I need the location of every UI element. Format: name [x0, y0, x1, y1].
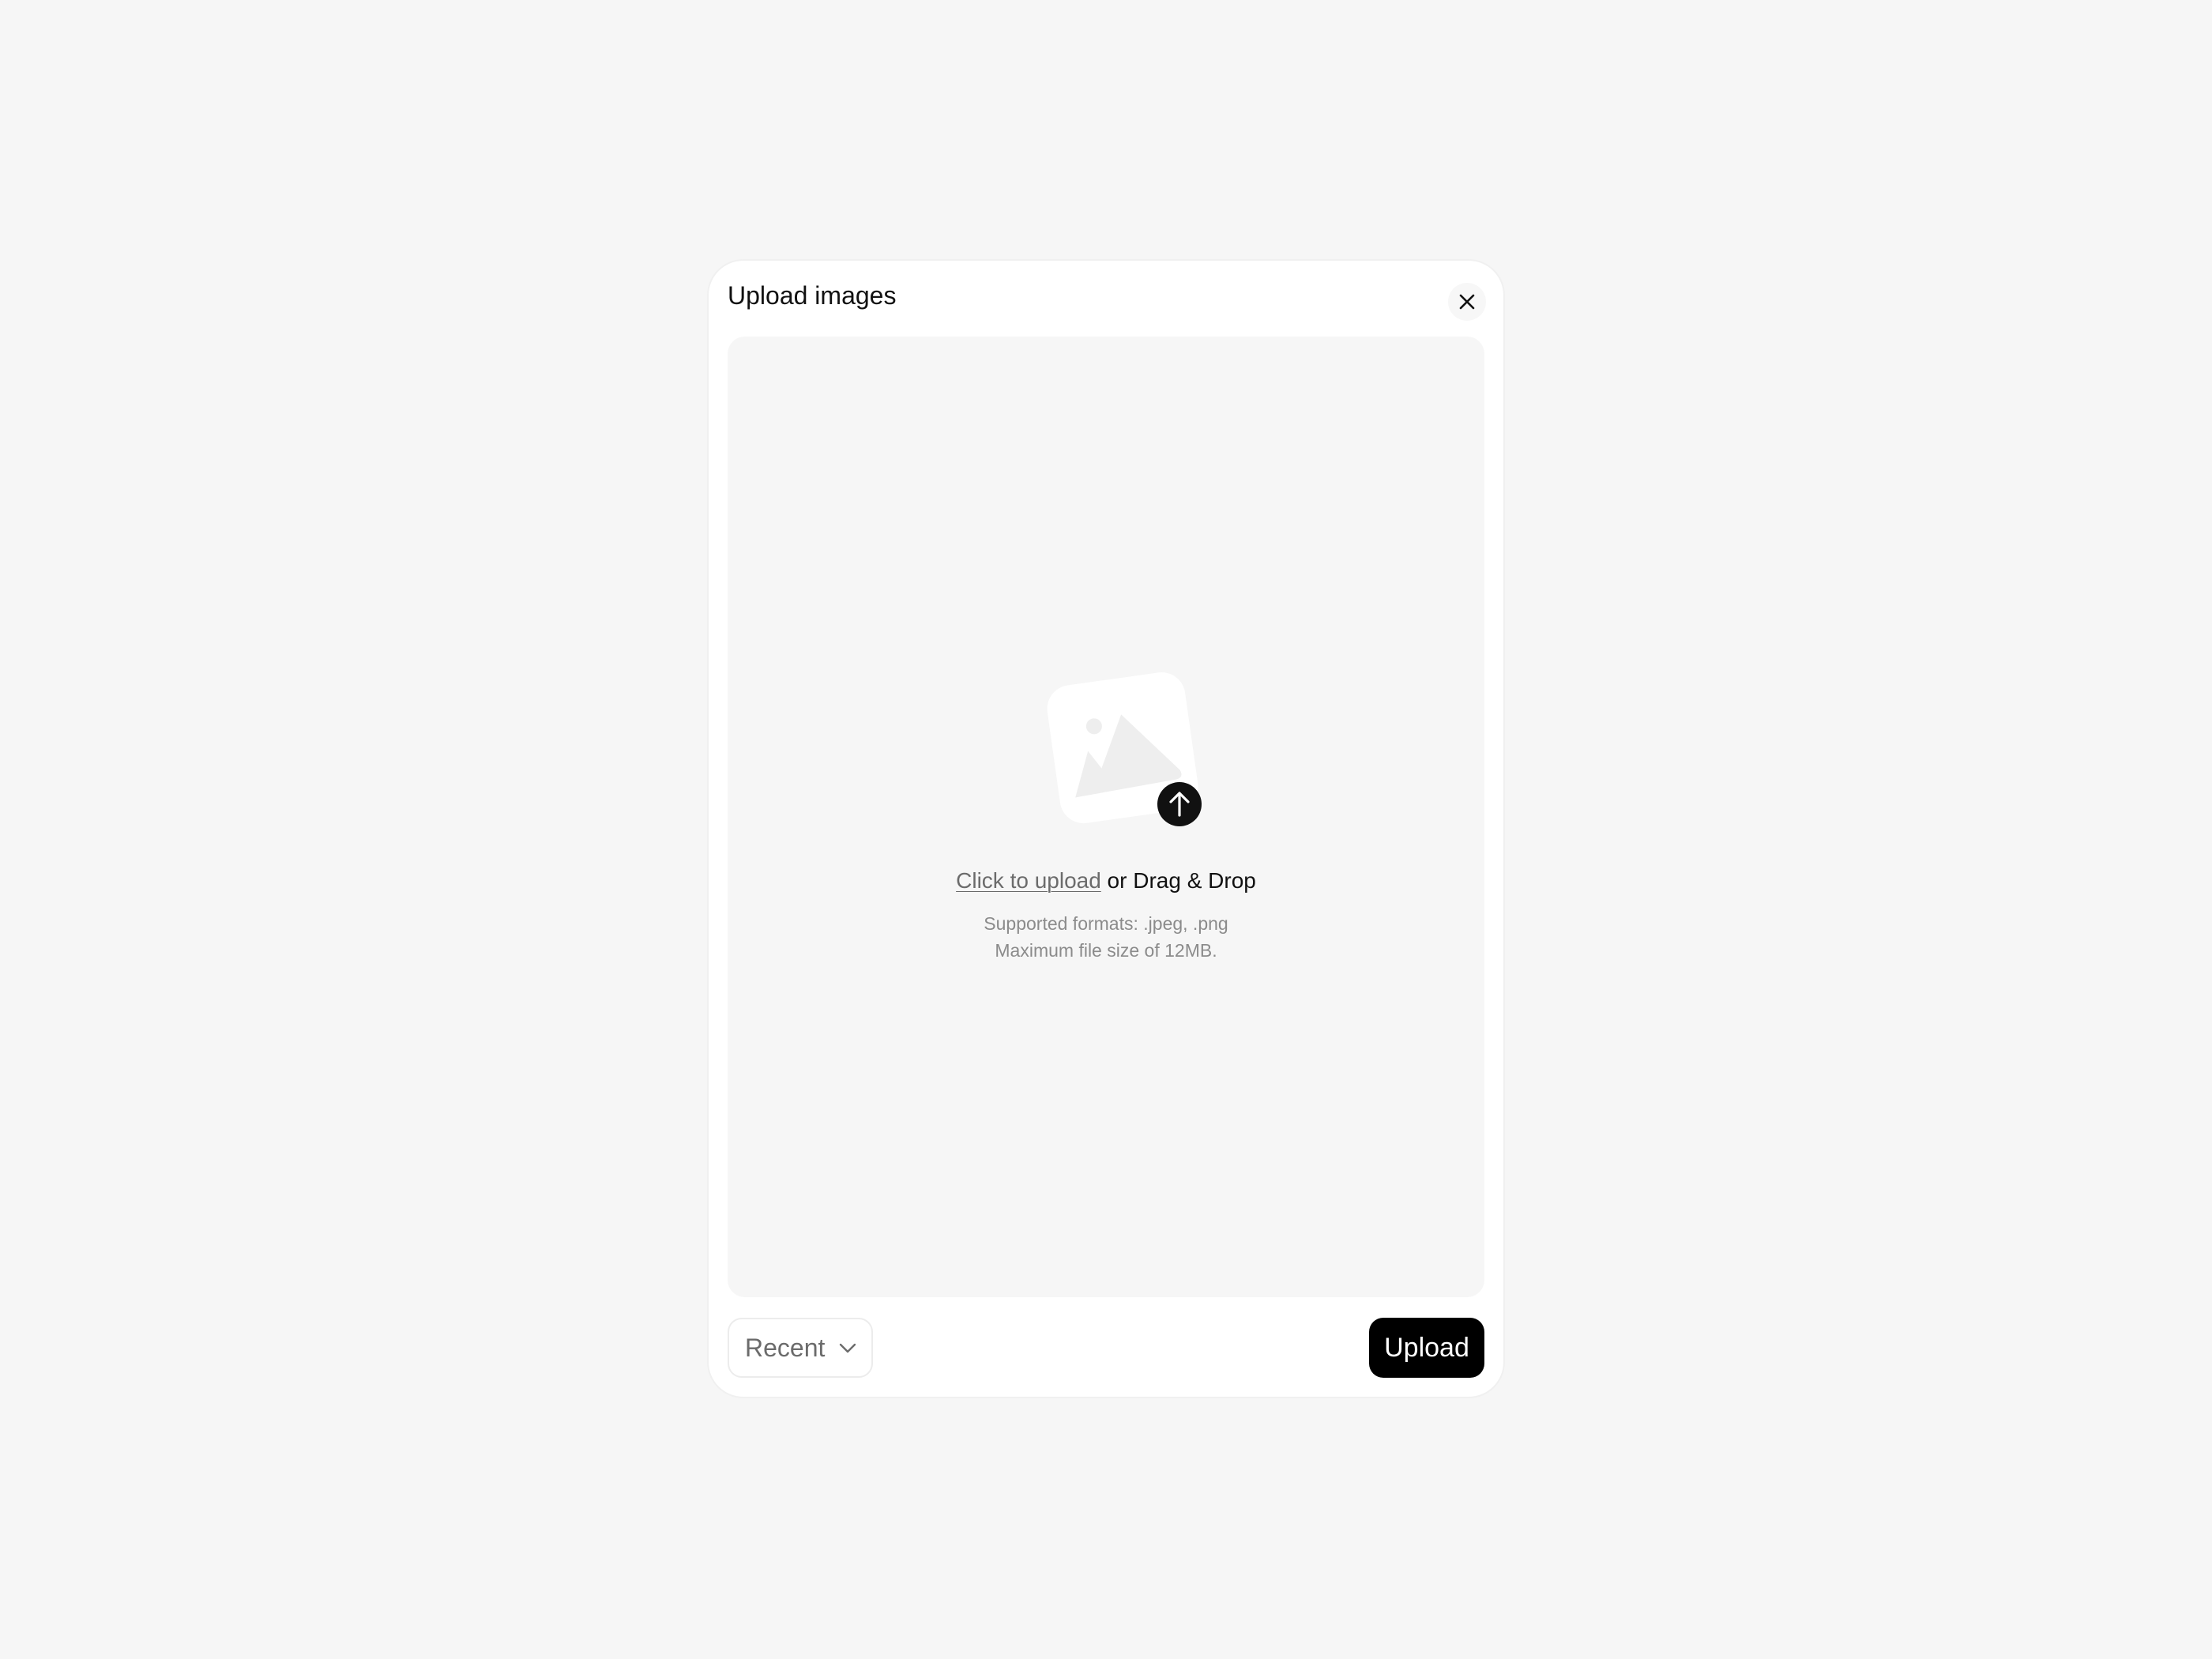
- click-to-upload-link[interactable]: Click to upload: [956, 868, 1101, 893]
- drag-drop-text: or Drag & Drop: [1100, 868, 1256, 893]
- sort-dropdown-value: Recent: [745, 1333, 826, 1362]
- arrow-up-icon: [1157, 782, 1202, 826]
- close-icon: [1459, 294, 1475, 310]
- close-button[interactable]: [1448, 283, 1486, 321]
- chevron-down-icon: [837, 1337, 858, 1358]
- dialog-title: Upload images: [728, 281, 897, 310]
- sort-dropdown[interactable]: Recent: [728, 1318, 873, 1378]
- upload-images-dialog: Upload images Click to upload or Drag & …: [709, 261, 1503, 1397]
- max-file-size-text: Maximum file size of 12MB.: [995, 940, 1217, 961]
- supported-formats-text: Supported formats: .jpeg, .png: [984, 913, 1228, 934]
- upload-illustration: [1047, 672, 1202, 826]
- upload-button[interactable]: Upload: [1369, 1318, 1484, 1378]
- upload-dropzone[interactable]: Click to upload or Drag & Drop Supported…: [728, 337, 1484, 1297]
- upload-instructions: Click to upload or Drag & Drop: [728, 867, 1484, 894]
